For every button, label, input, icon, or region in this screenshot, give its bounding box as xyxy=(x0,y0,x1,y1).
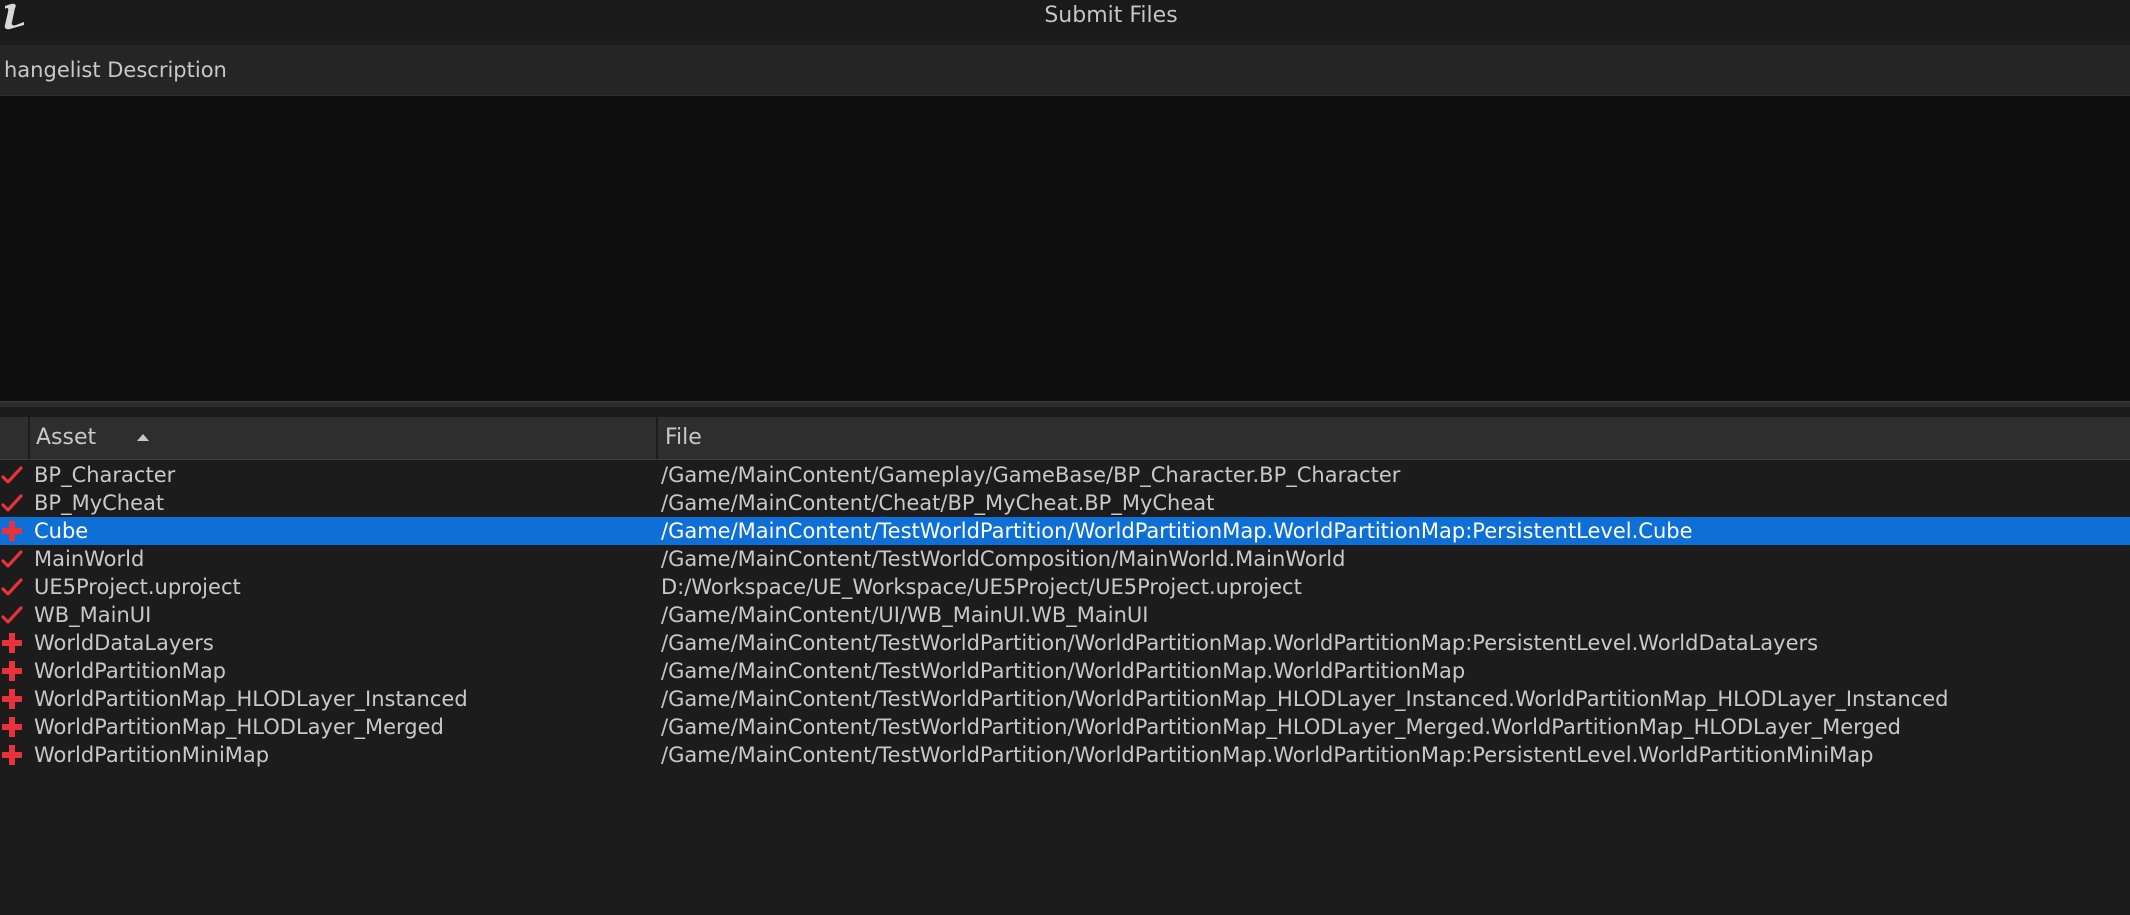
file-path-cell: /Game/MainContent/TestWorldPartition/Wor… xyxy=(661,743,1874,767)
checkmark-icon xyxy=(1,492,23,514)
asset-cell: WorldPartitionMap xyxy=(34,659,227,683)
sort-ascending-icon xyxy=(137,434,149,441)
asset-cell: WorldPartitionMap_HLODLayer_Merged xyxy=(34,715,444,739)
file-list-header: Asset File xyxy=(0,417,2130,460)
file-path-cell: /Game/MainContent/TestWorldPartition/Wor… xyxy=(661,687,1949,711)
asset-cell: WorldDataLayers xyxy=(34,631,214,655)
asset-cell: WorldPartitionMap_HLODLayer_Instanced xyxy=(34,687,468,711)
file-column-label: File xyxy=(665,425,702,450)
table-row[interactable]: MainWorld/Game/MainContent/TestWorldComp… xyxy=(0,545,2130,573)
table-row[interactable]: WB_MainUI/Game/MainContent/UI/WB_MainUI.… xyxy=(0,601,2130,629)
asset-cell: Cube xyxy=(34,519,89,543)
asset-cell: BP_MyCheat xyxy=(34,491,165,515)
plus-icon xyxy=(1,716,23,738)
file-path-cell: /Game/MainContent/TestWorldComposition/M… xyxy=(661,547,1346,571)
file-path-cell: /Game/MainContent/TestWorldPartition/Wor… xyxy=(661,659,1466,683)
plus-icon xyxy=(1,520,23,542)
table-row[interactable]: WorldPartitionMap_HLODLayer_Merged/Game/… xyxy=(0,713,2130,741)
asset-column-label: Asset xyxy=(36,425,97,450)
asset-cell: UE5Project.uproject xyxy=(34,575,241,599)
changelist-description-input[interactable] xyxy=(0,96,2130,401)
window-title: Submit Files xyxy=(1044,3,1178,28)
table-row[interactable]: UE5Project.uproject D:/Workspace/UE_Works… xyxy=(0,573,2130,601)
file-column-header[interactable]: File xyxy=(658,417,2130,459)
table-row[interactable]: BP_Character/Game/MainContent/Gameplay/G… xyxy=(0,461,2130,489)
asset-cell: WorldPartitionMiniMap xyxy=(34,743,270,767)
table-row[interactable]: WorldPartitionMiniMap/Game/MainContent/T… xyxy=(0,741,2130,769)
panel-splitter[interactable] xyxy=(0,401,2130,407)
table-row[interactable]: BP_MyCheat/Game/MainContent/Cheat/BP_MyC… xyxy=(0,489,2130,517)
file-path-cell: /Game/MainContent/TestWorldPartition/Wor… xyxy=(661,519,1693,543)
checkmark-icon xyxy=(1,548,23,570)
file-path-cell: /Game/MainContent/TestWorldPartition/Wor… xyxy=(661,631,1819,655)
checkmark-icon xyxy=(1,464,23,486)
plus-icon xyxy=(1,632,23,654)
file-path-cell: /Game/MainContent/TestWorldPartition/Wor… xyxy=(661,715,1901,739)
changelist-description-header: hangelist Description xyxy=(0,45,2130,96)
checkmark-icon xyxy=(1,576,23,598)
file-path-cell: /Game/MainContent/Cheat/BP_MyCheat.BP_My… xyxy=(661,491,1215,515)
changelist-description-label: hangelist Description xyxy=(4,58,227,82)
asset-cell: MainWorld xyxy=(34,547,145,571)
table-row[interactable]: WorldPartitionMap_HLODLayer_Instanced/Ga… xyxy=(0,685,2130,713)
title-bar[interactable]: Submit Files xyxy=(0,0,2130,31)
file-path-cell: /Game/MainContent/Gameplay/GameBase/BP_C… xyxy=(661,463,1401,487)
table-row[interactable]: Cube/Game/MainContent/TestWorldPartition… xyxy=(0,517,2130,545)
file-list: BP_Character/Game/MainContent/Gameplay/G… xyxy=(0,461,2130,769)
plus-icon xyxy=(1,688,23,710)
asset-cell: WB_MainUI xyxy=(34,603,152,627)
status-column-header[interactable] xyxy=(0,417,30,459)
table-row[interactable]: WorldPartitionMap/Game/MainContent/TestW… xyxy=(0,657,2130,685)
asset-column-header[interactable]: Asset xyxy=(30,417,658,459)
plus-icon xyxy=(1,660,23,682)
plus-icon xyxy=(1,744,23,766)
file-path-cell: /Game/MainContent/UI/WB_MainUI.WB_MainUI xyxy=(661,603,1149,627)
file-path-cell: D:/Workspace/UE_Workspace/UE5Project/UE5… xyxy=(661,575,1302,599)
checkmark-icon xyxy=(1,604,23,626)
table-row[interactable]: WorldDataLayers/Game/MainContent/TestWor… xyxy=(0,629,2130,657)
asset-cell: BP_Character xyxy=(34,463,176,487)
